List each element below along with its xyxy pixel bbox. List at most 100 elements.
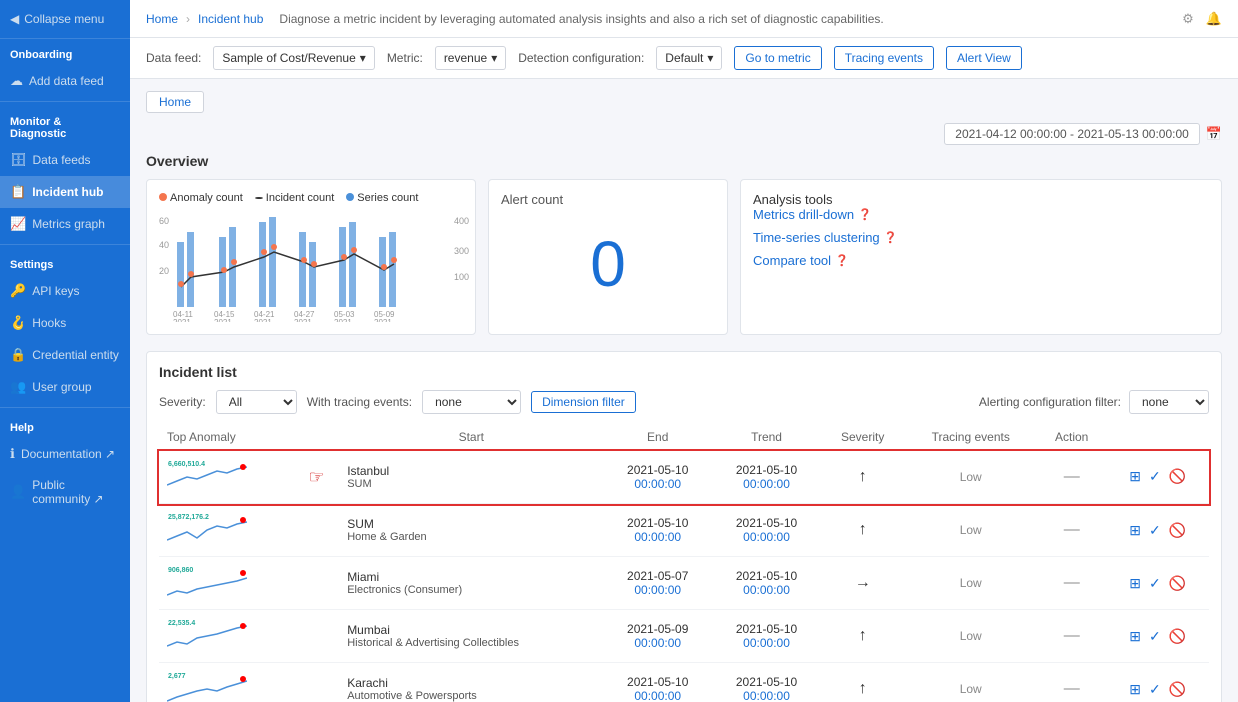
start-cell: 2021-05-10 00:00:00 (603, 451, 712, 504)
collapse-label: Collapse menu (24, 12, 104, 26)
action-suppress-icon[interactable]: 🚫 (1169, 681, 1186, 698)
table-row[interactable]: 22,535.4 Mumbai Historical & Advertising… (159, 610, 1209, 663)
svg-text:906,860: 906,860 (168, 567, 193, 574)
alert-count-title: Alert count (501, 192, 563, 207)
action-detail-icon[interactable]: ⊞ (1129, 628, 1141, 645)
action-suppress-icon[interactable]: 🚫 (1169, 468, 1186, 485)
sidebar-item-api-keys[interactable]: 🔑 API keys (0, 275, 130, 307)
sidebar-item-metrics-graph[interactable]: 📈 Metrics graph (0, 208, 130, 240)
action-check-icon[interactable]: ✓ (1149, 681, 1161, 698)
table-row[interactable]: 25,872,176.2 SUM Home & Garden 2021-05-1… (159, 504, 1209, 557)
time-series-clustering-link[interactable]: Time-series clustering ❓ (753, 230, 1209, 245)
compare-tool-link[interactable]: Compare tool ❓ (753, 253, 1209, 268)
detection-config-select[interactable]: Default ▾ (656, 46, 722, 70)
sidebar-item-label: Data feeds (33, 153, 91, 167)
table-row[interactable]: 2,677 Karachi Automotive & Powersports 2… (159, 663, 1209, 702)
alerting-config-select[interactable]: none (1129, 390, 1209, 414)
nav-description: Diagnose a metric incident by leveraging… (279, 12, 883, 26)
settings-icon[interactable]: ⚙ (1182, 11, 1194, 27)
svg-text:60: 60 (159, 216, 169, 226)
table-row[interactable]: 906,860 Miami Electronics (Consumer) 202… (159, 557, 1209, 610)
trend-cell: ↑ (821, 663, 904, 702)
end-cell: 2021-05-10 00:00:00 (712, 610, 821, 663)
go-to-metric-button[interactable]: Go to metric (734, 46, 821, 70)
sidebar-item-user-group[interactable]: 👥 User group (0, 371, 130, 403)
table-row[interactable]: 6,660,510.4 ☞ Istanbul SUM 2021-05-10 00… (159, 451, 1209, 504)
metrics-drill-down-link[interactable]: Metrics drill-down ❓ (753, 207, 1209, 222)
nav-incident-hub-link[interactable]: Incident hub (198, 12, 263, 26)
calendar-icon[interactable]: 📅 (1206, 126, 1222, 142)
sidebar-item-incident-hub[interactable]: 📋 Incident hub (0, 176, 130, 208)
divider-1 (0, 101, 130, 102)
col-action: Action (1037, 424, 1106, 451)
trend-icon: ↑ (859, 680, 867, 697)
section-help: Help (0, 412, 130, 438)
svg-text:400: 400 (454, 216, 469, 226)
chevron-down-icon: ▾ (360, 51, 366, 65)
action-suppress-icon[interactable]: 🚫 (1169, 522, 1186, 539)
collapse-icon: ◀ (10, 12, 19, 26)
alert-view-button[interactable]: Alert View (946, 46, 1022, 70)
severity-select[interactable]: All Low Medium High (216, 390, 297, 414)
sidebar-item-documentation[interactable]: ℹ Documentation ↗ (0, 438, 130, 470)
svg-text:40: 40 (159, 240, 169, 250)
detection-config-label: Detection configuration: (518, 51, 644, 65)
tracing-dash: — (1064, 521, 1080, 538)
overview-chart: 60 40 20 400 300 100 (159, 212, 463, 322)
sidebar-item-label: Documentation ↗ (21, 447, 115, 461)
action-check-icon[interactable]: ✓ (1149, 468, 1161, 485)
severity-cell: Low (904, 504, 1037, 557)
severity-cell: Low (904, 663, 1037, 702)
tracing-events-button[interactable]: Tracing events (834, 46, 934, 70)
bell-icon[interactable]: 🔔 (1206, 11, 1222, 27)
tracing-events-label: With tracing events: (307, 395, 412, 409)
tracing-events-select[interactable]: none with events (422, 390, 521, 414)
analysis-tools-panel: Analysis tools Metrics drill-down ❓ Time… (740, 179, 1222, 335)
overview-panels: Anomaly count Incident count Series coun… (146, 179, 1222, 335)
end-cell: 2021-05-10 00:00:00 (712, 504, 821, 557)
tracing-events-cell: — (1037, 663, 1106, 702)
sparkline-cell: 22,535.4 (159, 610, 294, 663)
start-cell: 2021-05-10 00:00:00 (603, 663, 712, 702)
incident-list-title: Incident list (159, 364, 1209, 380)
sidebar-item-hooks[interactable]: 🪝 Hooks (0, 307, 130, 339)
action-suppress-icon[interactable]: 🚫 (1169, 628, 1186, 645)
sidebar-item-label: Hooks (32, 316, 66, 330)
col-severity: Severity (821, 424, 904, 451)
action-check-icon[interactable]: ✓ (1149, 522, 1161, 539)
dim-city-cell: Istanbul SUM (339, 451, 603, 504)
dimension-filter-button[interactable]: Dimension filter (531, 391, 636, 413)
action-detail-icon[interactable]: ⊞ (1129, 468, 1141, 485)
nav-home-link[interactable]: Home (146, 12, 178, 26)
breadcrumb-home[interactable]: Home (146, 91, 204, 113)
toolbar: Data feed: Sample of Cost/Revenue ▾ Metr… (130, 38, 1238, 79)
series-count-legend: Series count (346, 192, 418, 204)
svg-text:2,677: 2,677 (168, 673, 186, 680)
sidebar-item-data-feeds[interactable]: 🗄 Data feeds (0, 144, 130, 176)
action-detail-icon[interactable]: ⊞ (1129, 681, 1141, 698)
svg-text:20: 20 (159, 266, 169, 276)
action-check-icon[interactable]: ✓ (1149, 575, 1161, 592)
sidebar-item-public-community[interactable]: 👤 Public community ↗ (0, 470, 130, 514)
breadcrumb: Home (146, 91, 1222, 113)
action-detail-icon[interactable]: ⊞ (1129, 575, 1141, 592)
topnav-icons: ⚙ 🔔 (1182, 11, 1222, 27)
top-navigation: Home › Incident hub Diagnose a metric in… (130, 0, 1238, 38)
action-detail-icon[interactable]: ⊞ (1129, 522, 1141, 539)
content-area: Home 2021-04-12 00:00:00 - 2021-05-13 00… (130, 79, 1238, 702)
sidebar-item-label: Metrics graph (32, 217, 105, 231)
col-start: Start (339, 424, 603, 451)
svg-text:2021: 2021 (214, 318, 232, 322)
collapse-menu-button[interactable]: ◀ Collapse menu (0, 0, 130, 39)
trend-icon: ↑ (859, 521, 867, 538)
metric-select[interactable]: revenue ▾ (435, 46, 506, 70)
chart-svg: 60 40 20 400 300 100 (159, 212, 469, 322)
sidebar-item-add-data-feed[interactable]: ☁ Add data feed (0, 65, 130, 97)
section-onboarding: Onboarding (0, 39, 130, 65)
alerting-config-filter: Alerting configuration filter: none (979, 390, 1209, 414)
data-feed-select[interactable]: Sample of Cost/Revenue ▾ (213, 46, 374, 70)
action-check-icon[interactable]: ✓ (1149, 628, 1161, 645)
compare-tool-label: Compare tool (753, 253, 831, 268)
action-suppress-icon[interactable]: 🚫 (1169, 575, 1186, 592)
sidebar-item-credential-entity[interactable]: 🔒 Credential entity (0, 339, 130, 371)
